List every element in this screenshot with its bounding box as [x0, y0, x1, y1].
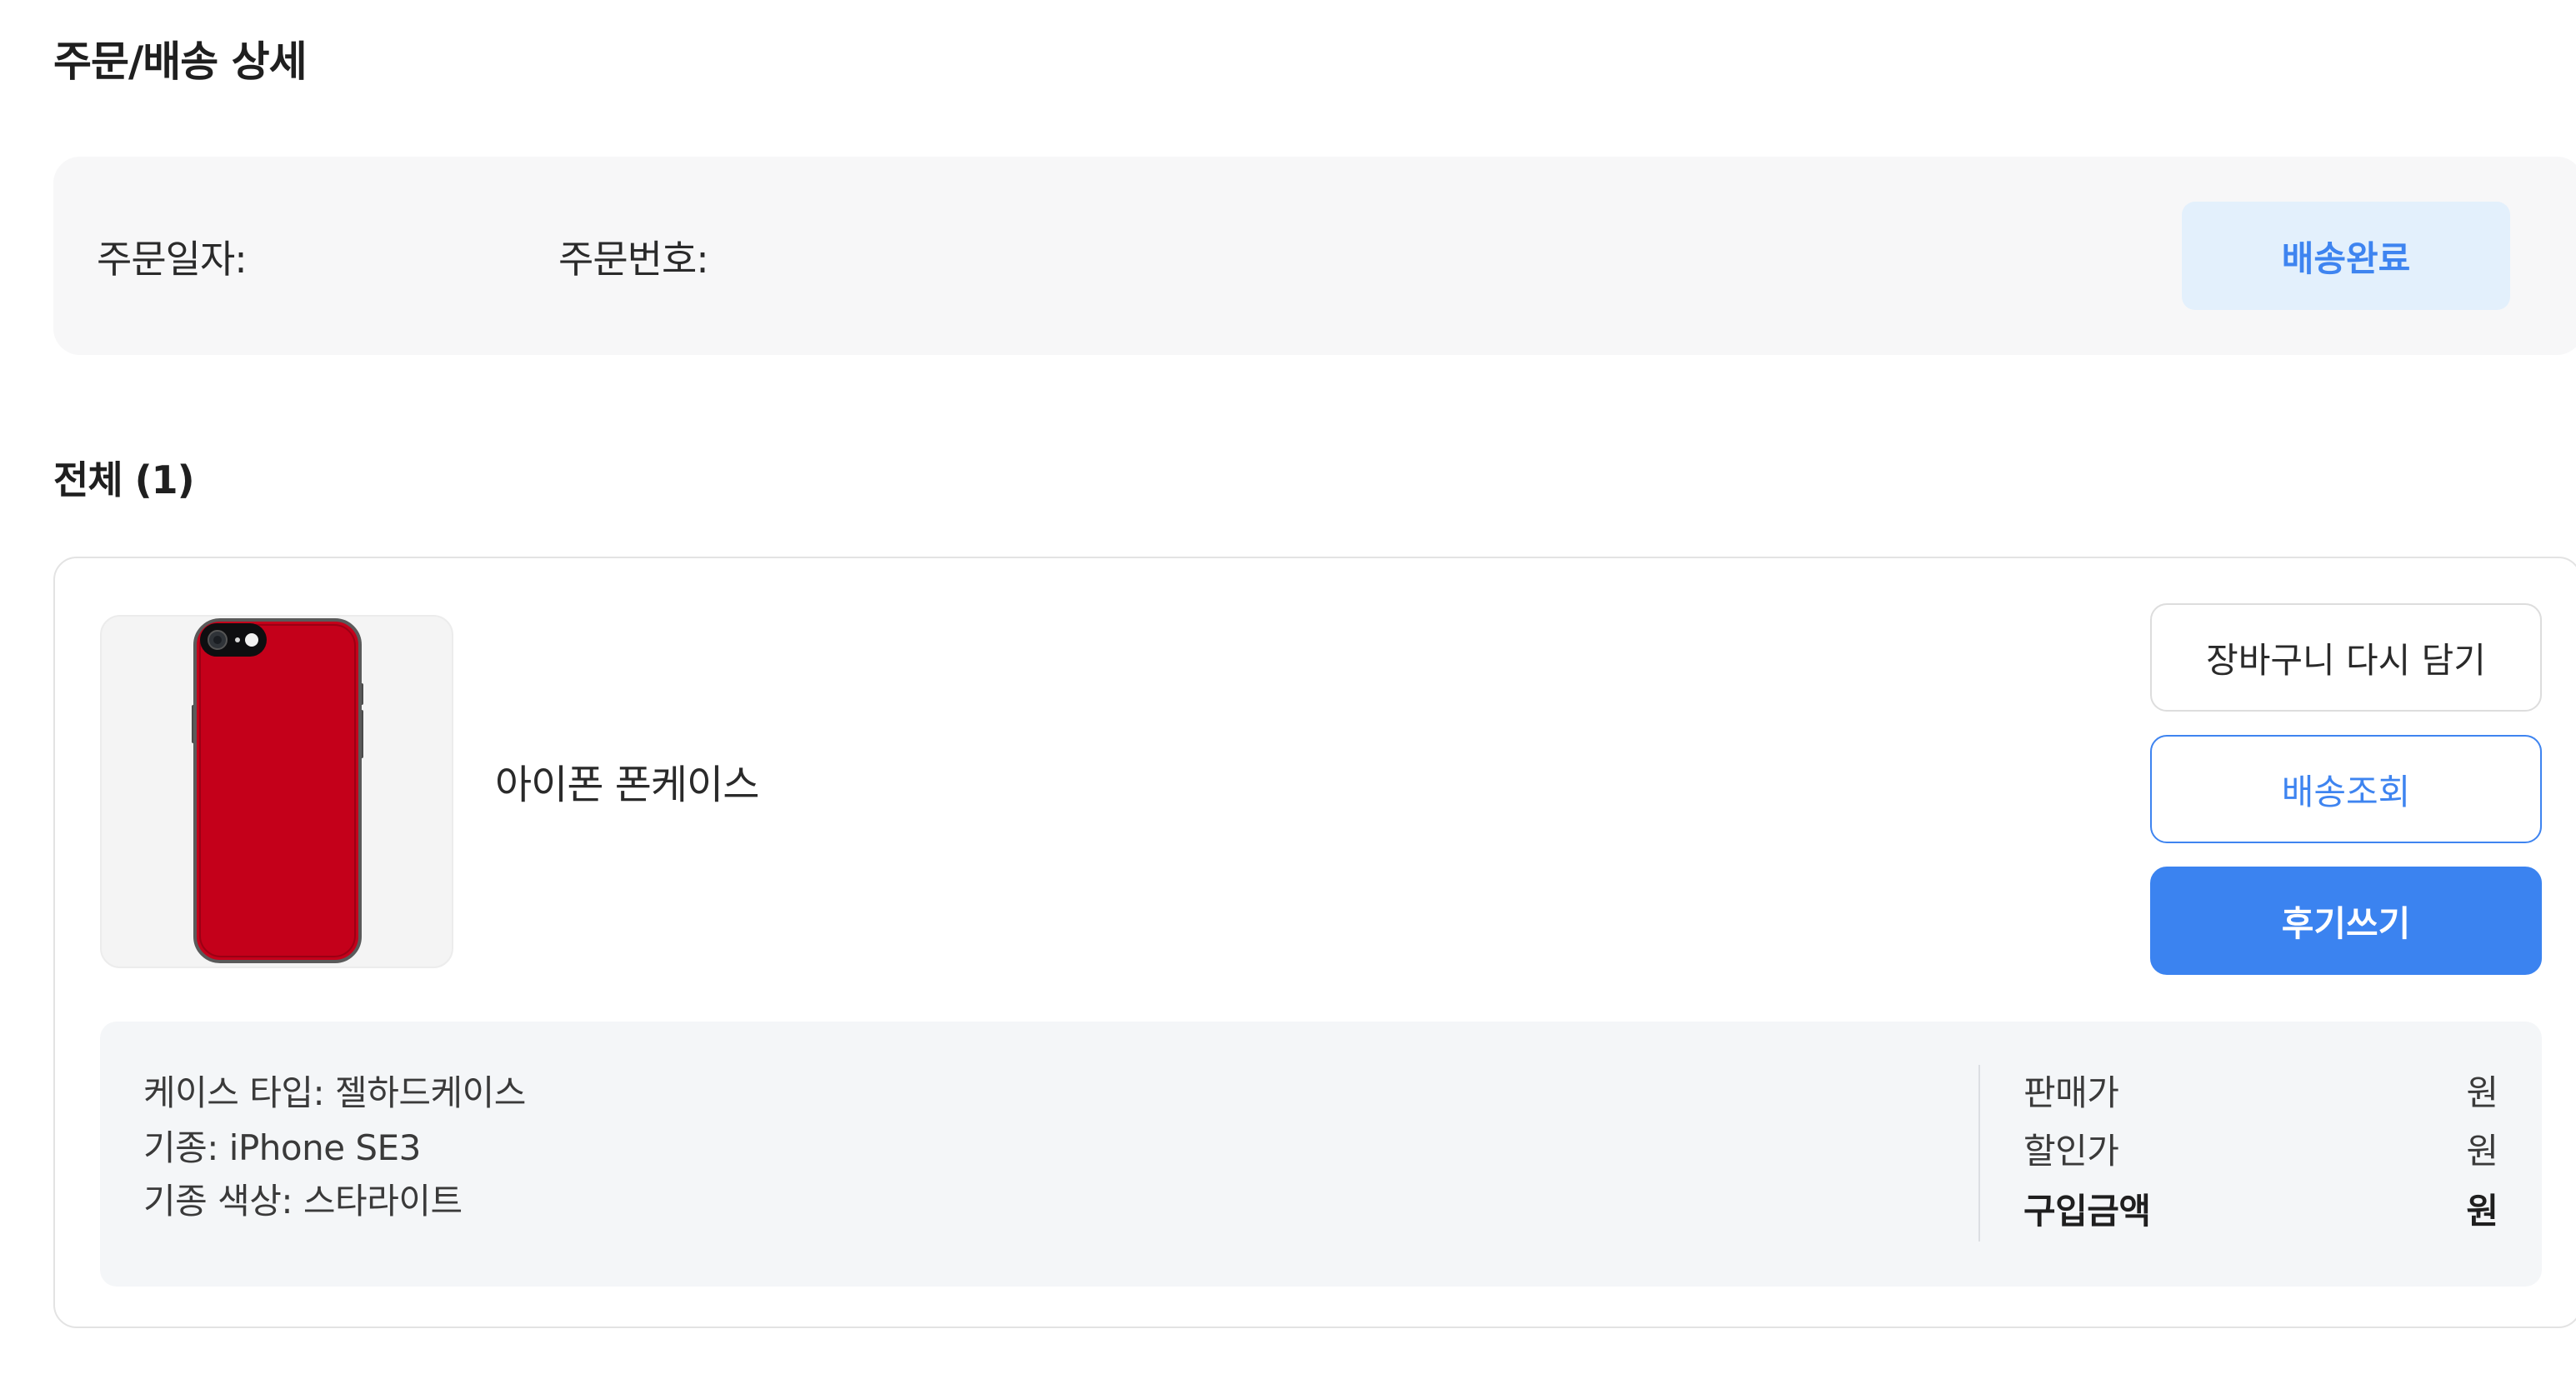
sale-price-label: 판매가: [2023, 1072, 2119, 1113]
iphone-case-red-icon: [192, 618, 363, 963]
order-detail-page: 주문/배송 상세 주문일자: 주문번호: 배송완료 전체 (1) 아이폰 폰케이…: [0, 0, 2576, 1374]
order-number-label: 주문번호:: [558, 237, 709, 282]
order-item-detail-panel: 케이스 타입: 젤하드케이스 기종: iPhone SE3 기종 색상: 스타라…: [100, 1022, 2542, 1287]
total-price-value: 원: [2466, 1191, 2498, 1232]
order-items-count-heading: 전체 (1): [53, 457, 195, 502]
order-date-label: 주문일자:: [97, 237, 248, 282]
delivery-status-badge: 배송완료: [2182, 202, 2510, 310]
discount-price-value: 원: [2466, 1131, 2498, 1172]
option-device-model: 기종: iPhone SE3: [143, 1127, 421, 1168]
product-card: 아이폰 폰케이스 장바구니 다시 담기 배송조회 후기쓰기 케이스 타입: 젤하…: [53, 557, 2576, 1328]
sale-price-value: 원: [2466, 1072, 2498, 1113]
option-case-type: 케이스 타입: 젤하드케이스: [143, 1072, 526, 1113]
product-name[interactable]: 아이폰 폰케이스: [495, 752, 759, 810]
track-delivery-button[interactable]: 배송조회: [2150, 735, 2542, 843]
detail-divider: [1978, 1065, 1980, 1242]
option-device-color: 기종 색상: 스타라이트: [143, 1181, 463, 1222]
order-info-bar: 주문일자: 주문번호: 배송완료: [53, 157, 2576, 355]
add-to-cart-again-button[interactable]: 장바구니 다시 담기: [2150, 603, 2542, 712]
page-title: 주문/배송 상세: [53, 37, 308, 86]
write-review-button[interactable]: 후기쓰기: [2150, 867, 2542, 975]
total-price-label: 구입금액: [2023, 1191, 2151, 1232]
product-thumbnail[interactable]: [100, 615, 453, 968]
discount-price-label: 할인가: [2023, 1131, 2119, 1172]
